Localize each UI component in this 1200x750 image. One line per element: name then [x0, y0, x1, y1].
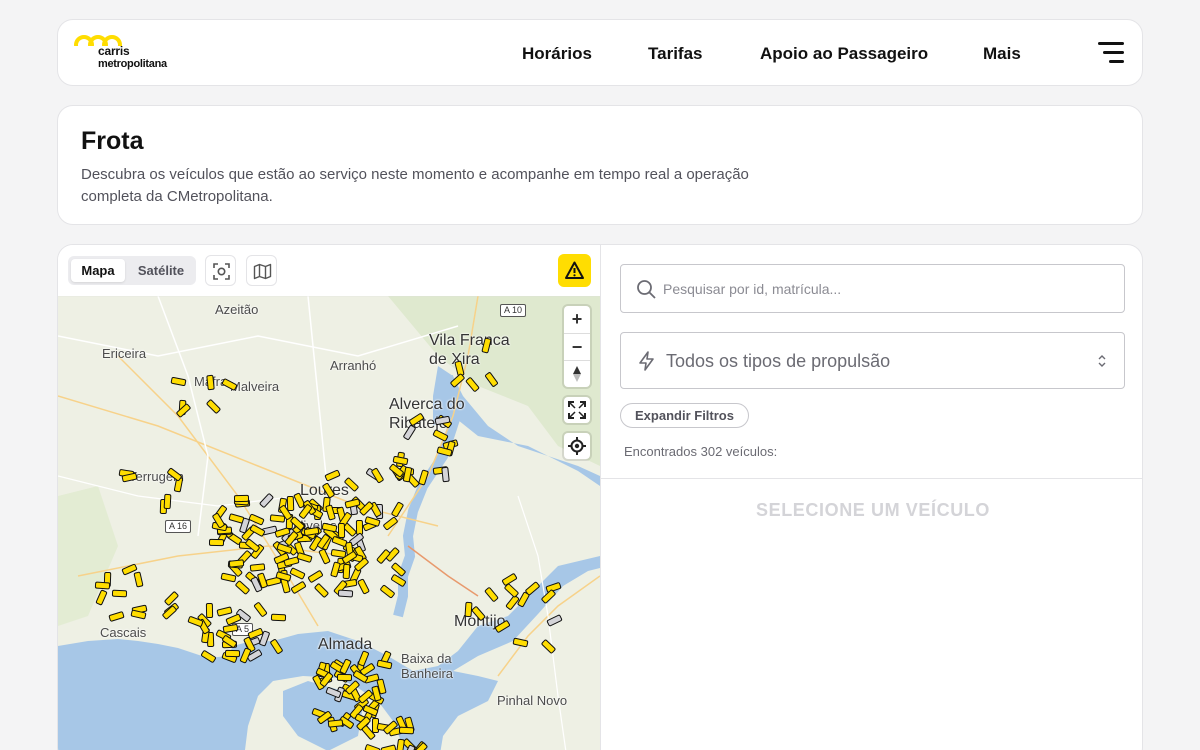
search-icon: [637, 280, 656, 299]
intro-card: Frota Descubra os veículos que estão ao …: [57, 105, 1143, 225]
vehicle-marker[interactable]: [225, 650, 241, 658]
map-external-icon: [253, 263, 272, 280]
page-title: Frota: [81, 127, 144, 155]
geolocate-icon: [568, 437, 586, 455]
nav-horarios[interactable]: Horários: [522, 20, 592, 87]
vehicle-marker[interactable]: [112, 590, 128, 598]
vehicle-marker[interactable]: [249, 563, 265, 572]
vehicle-marker[interactable]: [398, 726, 414, 735]
fullscreen-button[interactable]: [564, 397, 590, 423]
vehicle-marker[interactable]: [342, 563, 351, 580]
lightning-icon: [639, 351, 654, 371]
map-label-place: Malveira: [230, 379, 280, 394]
vehicle-search[interactable]: [620, 264, 1125, 313]
zoom-in-button[interactable]: +: [564, 306, 590, 333]
fleet-map[interactable]: Azeitão Vila Franca de Xira Arranhó Eric…: [58, 296, 600, 750]
map-label-place: Baixa da Banheira: [401, 651, 454, 681]
nav-apoio-passageiro[interactable]: Apoio ao Passageiro: [760, 20, 928, 87]
map-label-place: Ericeira: [102, 346, 147, 361]
map-label-place: Pinhal Novo: [497, 693, 568, 708]
site-header: carris metropolitana Horários Tarifas Ap…: [57, 19, 1143, 86]
search-input[interactable]: [663, 279, 1103, 299]
vehicle-marker[interactable]: [271, 613, 287, 622]
propulsion-select-value: Todos os tipos de propulsão: [666, 351, 891, 371]
vehicle-marker[interactable]: [94, 581, 111, 590]
expand-filters-button[interactable]: Expandir Filtros: [620, 403, 749, 428]
warning-icon: [565, 261, 584, 279]
vehicle-panel: Todos os tipos de propulsão Expandir Fil…: [600, 245, 1142, 750]
page-description: Descubra os veículos que estão ao serviç…: [81, 166, 749, 205]
tab-mapa[interactable]: Mapa: [71, 259, 125, 282]
nav-mais[interactable]: Mais: [983, 20, 1021, 87]
tab-satelite[interactable]: Satélite: [130, 259, 192, 282]
zoom-out-button[interactable]: −: [564, 333, 590, 360]
map-label-place: Vila Franca de Xira: [429, 332, 510, 368]
vehicle-marker[interactable]: [205, 603, 214, 619]
map-label-place: Cascais: [100, 625, 147, 640]
propulsion-select[interactable]: Todos os tipos de propulsão: [620, 332, 1125, 389]
fullscreen-icon: [568, 401, 586, 419]
center-map-button[interactable]: [205, 255, 236, 286]
zoom-controls: + −: [564, 306, 590, 387]
compass-reset-button[interactable]: [564, 360, 590, 387]
vehicle-marker[interactable]: [206, 374, 215, 391]
focus-scan-icon: [213, 263, 230, 280]
results-count: Encontrados 302 veículos:: [624, 444, 778, 459]
logo-text-carris: carris: [98, 44, 130, 58]
logo-text-metropolitana: metropolitana: [98, 58, 167, 70]
panel-divider: [601, 478, 1142, 479]
vehicle-marker[interactable]: [286, 495, 295, 511]
nav-tarifas[interactable]: Tarifas: [648, 20, 703, 87]
alerts-button[interactable]: [558, 254, 591, 287]
vehicle-marker[interactable]: [336, 673, 352, 682]
compass-icon: [573, 366, 581, 382]
road-shield: A 10: [500, 304, 527, 317]
geolocate-button[interactable]: [564, 433, 590, 459]
vehicle-marker[interactable]: [464, 601, 473, 617]
empty-state: SELECIONE UM VEÍCULO: [755, 500, 991, 520]
fleet-main-card: Mapa Satélite Azeitão Vila Franca de Xir…: [57, 244, 1143, 750]
open-map-button[interactable]: [246, 255, 277, 286]
vehicle-marker[interactable]: [234, 495, 250, 503]
map-toolbar: Mapa Satélite: [58, 245, 600, 296]
map-style-toggle: Mapa Satélite: [68, 256, 196, 285]
carris-logo[interactable]: carris metropolitana: [74, 32, 184, 74]
vehicle-marker[interactable]: [337, 589, 353, 598]
chevron-updown-icon: [1098, 355, 1106, 367]
map-label-place: Alverca do Ribatejo: [389, 396, 465, 432]
vehicle-marker[interactable]: [163, 493, 172, 510]
road-shield: A 16: [165, 520, 192, 533]
hamburger-menu-icon[interactable]: [1098, 42, 1124, 64]
vehicle-marker[interactable]: [208, 538, 225, 546]
vehicle-marker[interactable]: [338, 522, 346, 538]
map-label-place: Arranhó: [330, 358, 377, 373]
map-label-place: Azeitão: [215, 302, 259, 317]
